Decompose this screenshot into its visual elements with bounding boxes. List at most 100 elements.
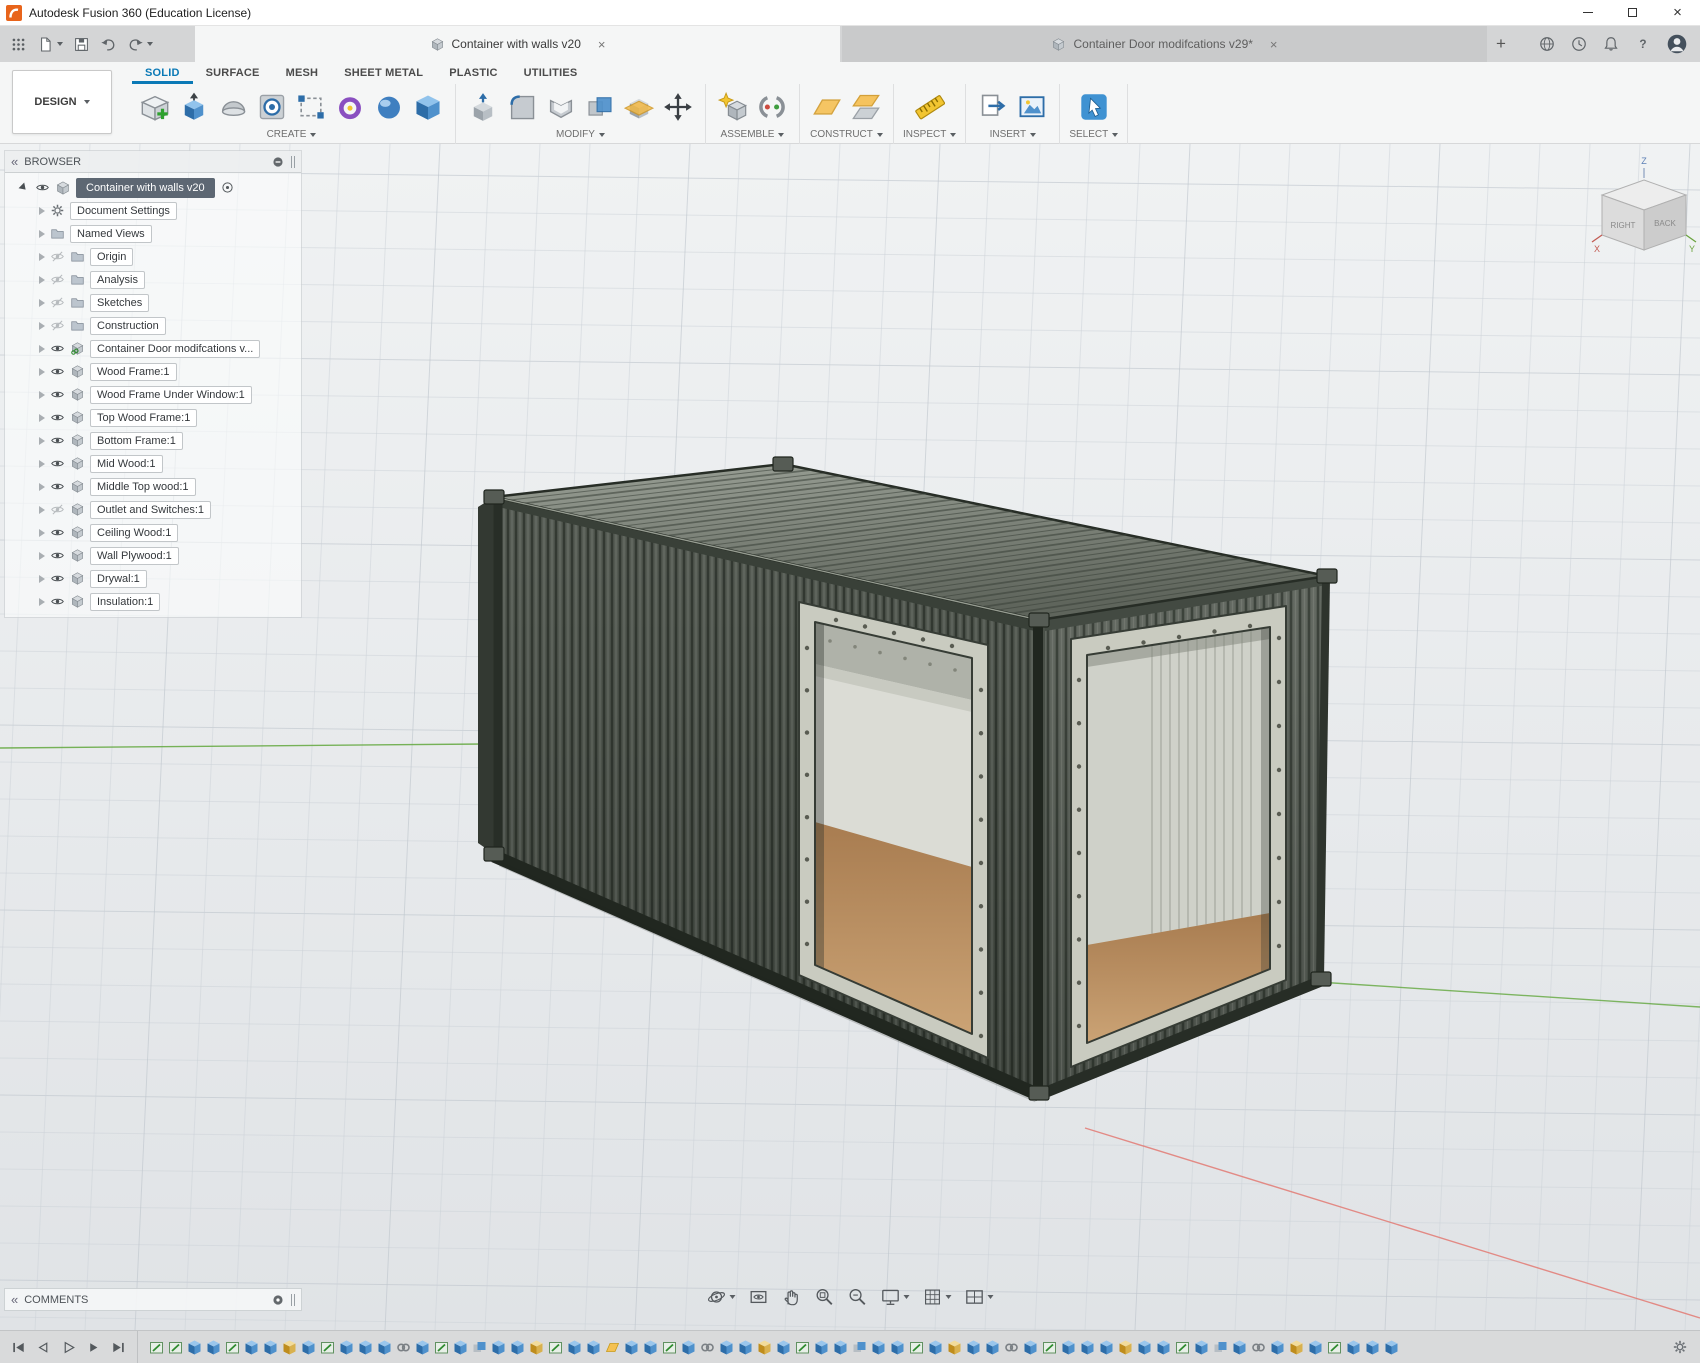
timeline-feature-extrude[interactable] bbox=[777, 1340, 790, 1355]
expand-icon[interactable] bbox=[39, 598, 45, 606]
browser-item-label[interactable]: Sketches bbox=[90, 294, 149, 312]
timeline-step-forward-button[interactable] bbox=[85, 1339, 102, 1356]
browser-item-label[interactable]: Insulation:1 bbox=[90, 593, 160, 611]
pan-button[interactable] bbox=[782, 1287, 802, 1307]
timeline-feature-extrude[interactable] bbox=[207, 1340, 220, 1355]
help-button[interactable]: ? bbox=[1634, 35, 1652, 53]
measure-button[interactable] bbox=[912, 88, 948, 126]
collapse-panel-icon[interactable]: « bbox=[11, 155, 18, 168]
timeline-skip-end-button[interactable] bbox=[110, 1339, 127, 1356]
browser-item-row[interactable]: Named Views bbox=[5, 222, 301, 245]
panel-grip-handle[interactable] bbox=[291, 156, 295, 168]
expand-icon[interactable] bbox=[39, 437, 45, 445]
timeline-feature-extrude[interactable] bbox=[625, 1340, 638, 1355]
browser-item-label[interactable]: Top Wood Frame:1 bbox=[90, 409, 197, 427]
timeline-feature-extrude[interactable] bbox=[739, 1340, 752, 1355]
activate-component-radio[interactable] bbox=[220, 180, 235, 195]
file-menu-button[interactable] bbox=[37, 36, 63, 53]
visibility-eye-icon[interactable] bbox=[50, 548, 65, 563]
expand-icon[interactable] bbox=[39, 299, 45, 307]
browser-item-row[interactable]: Construction bbox=[5, 314, 301, 337]
coil-button[interactable] bbox=[332, 88, 368, 126]
visibility-eye-icon[interactable] bbox=[50, 479, 65, 494]
browser-item-label[interactable]: Document Settings bbox=[70, 202, 177, 220]
timeline-feature-extrude[interactable] bbox=[1195, 1340, 1208, 1355]
visibility-eye-off-icon[interactable] bbox=[50, 272, 65, 287]
group-dropdown-assemble[interactable]: ASSEMBLE bbox=[721, 129, 785, 140]
ribbon-tab-plastic[interactable]: PLASTIC bbox=[436, 62, 510, 84]
timeline-feature-extrude[interactable] bbox=[1062, 1340, 1075, 1355]
ribbon-tab-sheet-metal[interactable]: SHEET METAL bbox=[331, 62, 436, 84]
viewcube-face-label-back[interactable]: BACK bbox=[1654, 219, 1676, 228]
visibility-eye-off-icon[interactable] bbox=[50, 249, 65, 264]
viewcube-face-label-right[interactable]: RIGHT bbox=[1611, 221, 1636, 230]
group-dropdown-insert[interactable]: INSERT bbox=[990, 129, 1037, 140]
browser-item-label[interactable]: Wall Plywood:1 bbox=[90, 547, 179, 565]
expand-icon[interactable] bbox=[39, 414, 45, 422]
visibility-eye-icon[interactable] bbox=[50, 571, 65, 586]
close-tab-icon[interactable]: × bbox=[1270, 37, 1278, 52]
timeline-feature-sketch[interactable] bbox=[226, 1340, 239, 1355]
new-document-tab-button[interactable]: + bbox=[1487, 26, 1515, 62]
recent-button[interactable] bbox=[1570, 35, 1588, 53]
browser-item-row[interactable]: Mid Wood:1 bbox=[5, 452, 301, 475]
timeline-feature-extrude[interactable] bbox=[511, 1340, 524, 1355]
timeline-feature-extrude[interactable] bbox=[264, 1340, 277, 1355]
root-component-label[interactable]: Container with walls v20 bbox=[76, 178, 215, 198]
timeline-feature-joint[interactable] bbox=[1005, 1340, 1018, 1355]
browser-root-row[interactable]: Container with walls v20 bbox=[5, 176, 301, 199]
expand-icon[interactable] bbox=[39, 529, 45, 537]
visibility-eye-off-icon[interactable] bbox=[50, 295, 65, 310]
expand-icon[interactable] bbox=[39, 552, 45, 560]
minimize-button[interactable] bbox=[1565, 0, 1610, 25]
visibility-eye-off-icon[interactable] bbox=[50, 318, 65, 333]
timeline-feature-extrude[interactable] bbox=[416, 1340, 429, 1355]
browser-item-row[interactable]: Insulation:1 bbox=[5, 590, 301, 613]
expand-icon[interactable] bbox=[39, 460, 45, 468]
ribbon-tab-solid[interactable]: SOLID bbox=[132, 62, 193, 84]
undo-button[interactable] bbox=[100, 36, 117, 53]
timeline-feature-extrude[interactable] bbox=[1309, 1340, 1322, 1355]
timeline-feature-combine[interactable] bbox=[1214, 1340, 1227, 1355]
browser-item-row[interactable]: Wood Frame Under Window:1 bbox=[5, 383, 301, 406]
timeline-feature-extrude[interactable] bbox=[872, 1340, 885, 1355]
timeline-feature-sketch[interactable] bbox=[435, 1340, 448, 1355]
browser-item-row[interactable]: Container Door modifcations v... bbox=[5, 337, 301, 360]
extensions-button[interactable] bbox=[1538, 35, 1556, 53]
timeline-feature-sketch[interactable] bbox=[1043, 1340, 1056, 1355]
redo-button[interactable] bbox=[127, 36, 153, 53]
browser-item-label[interactable]: Origin bbox=[90, 248, 133, 266]
timeline-feature-sketch[interactable] bbox=[321, 1340, 334, 1355]
timeline-feature-extrude[interactable] bbox=[967, 1340, 980, 1355]
browser-item-label[interactable]: Construction bbox=[90, 317, 166, 335]
group-dropdown-create[interactable]: CREATE bbox=[267, 129, 317, 140]
browser-item-label[interactable]: Container Door modifcations v... bbox=[90, 340, 260, 358]
timeline-feature-extrude[interactable] bbox=[1157, 1340, 1170, 1355]
timeline-feature-extrude[interactable] bbox=[245, 1340, 258, 1355]
browser-filter-icon[interactable] bbox=[271, 155, 285, 169]
group-dropdown-construct[interactable]: CONSTRUCT bbox=[810, 129, 883, 140]
timeline-skip-start-button[interactable] bbox=[10, 1339, 27, 1356]
combine-button[interactable] bbox=[582, 88, 618, 126]
timeline-feature-extrude[interactable] bbox=[1347, 1340, 1360, 1355]
browser-panel-header[interactable]: « BROWSER bbox=[5, 151, 301, 173]
visibility-eye-icon[interactable] bbox=[50, 387, 65, 402]
timeline-feature-extrude[interactable] bbox=[720, 1340, 733, 1355]
timeline-feature-extrude[interactable] bbox=[188, 1340, 201, 1355]
visibility-eye-off-icon[interactable] bbox=[50, 502, 65, 517]
timeline-feature-extrude[interactable] bbox=[378, 1340, 391, 1355]
collapse-panel-icon[interactable]: « bbox=[11, 1293, 18, 1306]
timeline-feature-sketch[interactable] bbox=[150, 1340, 163, 1355]
timeline-feature-component[interactable] bbox=[1119, 1340, 1132, 1355]
timeline-feature-extrude[interactable] bbox=[891, 1340, 904, 1355]
browser-item-row[interactable]: Drywal:1 bbox=[5, 567, 301, 590]
create-sketch-button[interactable] bbox=[137, 88, 173, 126]
timeline-feature-extrude[interactable] bbox=[587, 1340, 600, 1355]
expand-icon[interactable] bbox=[39, 391, 45, 399]
timeline-feature-joint[interactable] bbox=[1252, 1340, 1265, 1355]
browser-item-row[interactable]: Bottom Frame:1 bbox=[5, 429, 301, 452]
expand-icon[interactable] bbox=[39, 322, 45, 330]
timeline-feature-extrude[interactable] bbox=[568, 1340, 581, 1355]
browser-item-row[interactable]: Outlet and Switches:1 bbox=[5, 498, 301, 521]
timeline-feature-joint[interactable] bbox=[701, 1340, 714, 1355]
